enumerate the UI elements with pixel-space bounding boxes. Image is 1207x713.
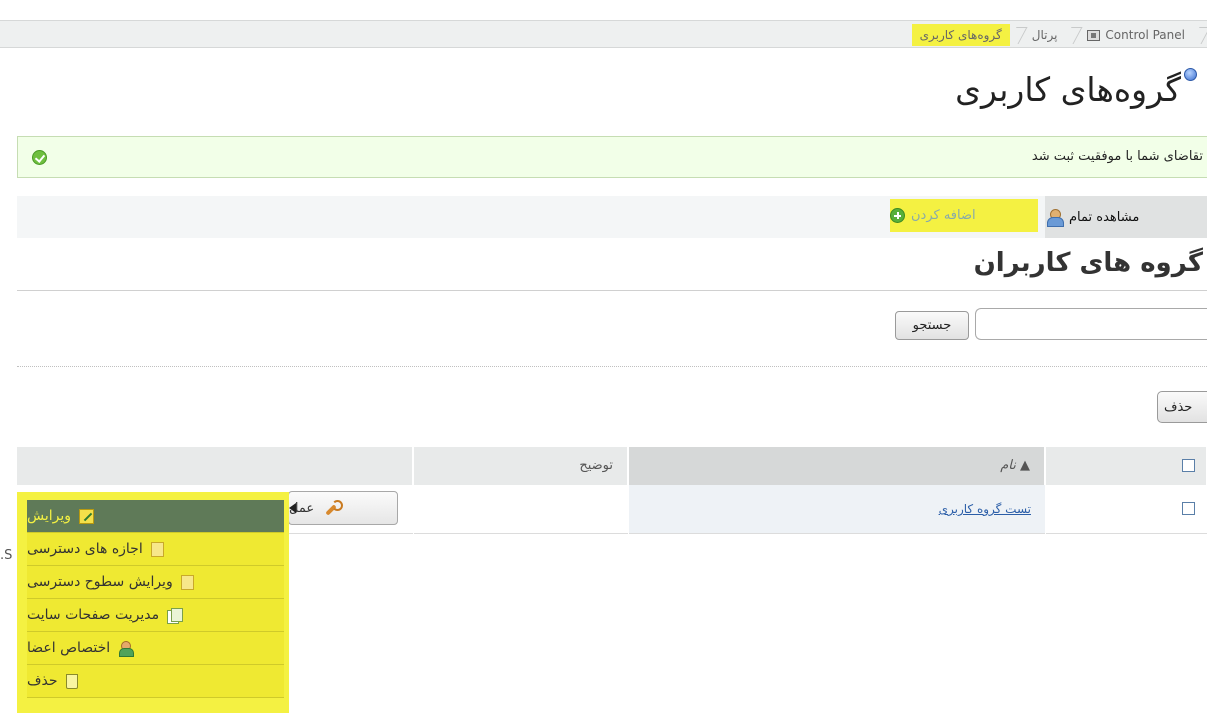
breadcrumb-item-user-groups[interactable]: گروه‌های کاربری — [911, 24, 1010, 46]
toolbar: مشاهده تمام اضافه کردن — [17, 196, 1207, 238]
menu-item-label: مدیریت صفحات سایت — [27, 607, 160, 623]
menu-item-label: اختصاص اعضا — [27, 640, 111, 656]
breadcrumb-label: پرتال — [1031, 28, 1058, 42]
table-row-select-cell — [1046, 485, 1207, 534]
success-message: تقاضای شما با موفقیت ثبت شد — [17, 136, 1207, 178]
menu-item-label: ویرایش سطوح دسترسی — [27, 574, 173, 590]
breadcrumb-label: Control Panel — [1105, 28, 1185, 42]
menu-item-permissions[interactable]: اجازه های دسترسی — [27, 533, 284, 566]
add-button[interactable]: اضافه کردن — [890, 199, 1038, 232]
row-action-menu-list: ویرایش اجازه های دسترسی ویرایش سطوح دستر… — [27, 500, 284, 698]
control-panel-icon — [1087, 29, 1101, 41]
column-header-select — [1046, 447, 1207, 485]
menu-item-site-pages[interactable]: مدیریت صفحات سایت — [27, 599, 284, 632]
wrench-icon — [324, 500, 344, 516]
menu-item-label: اجازه های دسترسی — [27, 541, 143, 557]
add-label: اضافه کردن — [911, 208, 976, 223]
users-icon — [1045, 209, 1064, 227]
menu-item-label: حذف — [27, 673, 58, 689]
delete-label: حذف — [1164, 399, 1193, 415]
group-name-link[interactable]: تست گروه کاربری — [939, 502, 1031, 516]
column-header-actions — [17, 447, 413, 485]
help-icon[interactable] — [1184, 68, 1197, 81]
table-row-name-cell: تست گروه کاربری — [629, 485, 1045, 534]
success-message-text: تقاضای شما با موفقیت ثبت شد — [1031, 149, 1203, 164]
add-icon — [890, 208, 905, 223]
menu-item-assign-members[interactable]: اختصاص اعضا — [27, 632, 284, 665]
search-button[interactable]: جستجو — [895, 311, 969, 340]
menu-item-edit[interactable]: ویرایش — [27, 500, 284, 533]
delete-button[interactable]: حذف — [1157, 391, 1207, 423]
pages-icon — [167, 607, 184, 624]
menu-item-delete[interactable]: حذف — [27, 665, 284, 698]
edit-icon — [79, 508, 95, 524]
menu-item-label: ویرایش — [27, 508, 72, 524]
breadcrumb-separator — [1010, 24, 1024, 46]
breadcrumb-item-portal[interactable]: پرتال — [1024, 24, 1066, 46]
row-action-button[interactable]: عمل — [288, 491, 398, 525]
row-action-menu: ویرایش اجازه های دسترسی ویرایش سطوح دستر… — [17, 492, 289, 713]
trash-icon — [65, 673, 78, 689]
column-header-name[interactable]: ▲ نام — [629, 447, 1045, 485]
permissions-icon — [150, 541, 164, 557]
column-header-description[interactable]: توضیح — [414, 447, 628, 485]
table-row-description-cell — [414, 485, 628, 534]
search-input[interactable] — [975, 308, 1207, 340]
view-all-button[interactable]: مشاهده تمام — [1045, 196, 1207, 238]
breadcrumb-label: گروه‌های کاربری — [919, 28, 1002, 42]
breadcrumb-bar: گروه‌های کاربری پرتال Control Panel — [0, 20, 1207, 48]
divider — [17, 366, 1207, 367]
breadcrumb-separator — [1065, 24, 1079, 46]
breadcrumb-separator — [1193, 24, 1207, 46]
breadcrumb-item-control-panel[interactable]: Control Panel — [1079, 24, 1193, 46]
section-title: گروه های کاربران — [973, 248, 1203, 278]
column-header-name-label: ▲ نام — [1000, 458, 1030, 473]
page-title: گروه‌های کاربری — [955, 70, 1181, 109]
column-header-description-label: توضیح — [579, 458, 613, 473]
access-levels-icon — [180, 574, 194, 590]
select-all-checkbox[interactable] — [1182, 459, 1195, 472]
breadcrumb: گروه‌های کاربری پرتال Control Panel — [911, 24, 1207, 46]
menu-item-access-levels[interactable]: ویرایش سطوح دسترسی — [27, 566, 284, 599]
row-checkbox[interactable] — [1182, 502, 1195, 515]
view-all-label: مشاهده تمام — [1069, 209, 1140, 225]
divider — [17, 290, 1207, 291]
assign-members-icon — [118, 640, 135, 657]
success-check-icon — [32, 150, 47, 165]
action-menu-arrow-icon — [289, 503, 296, 513]
partial-text: .S — [0, 548, 13, 563]
